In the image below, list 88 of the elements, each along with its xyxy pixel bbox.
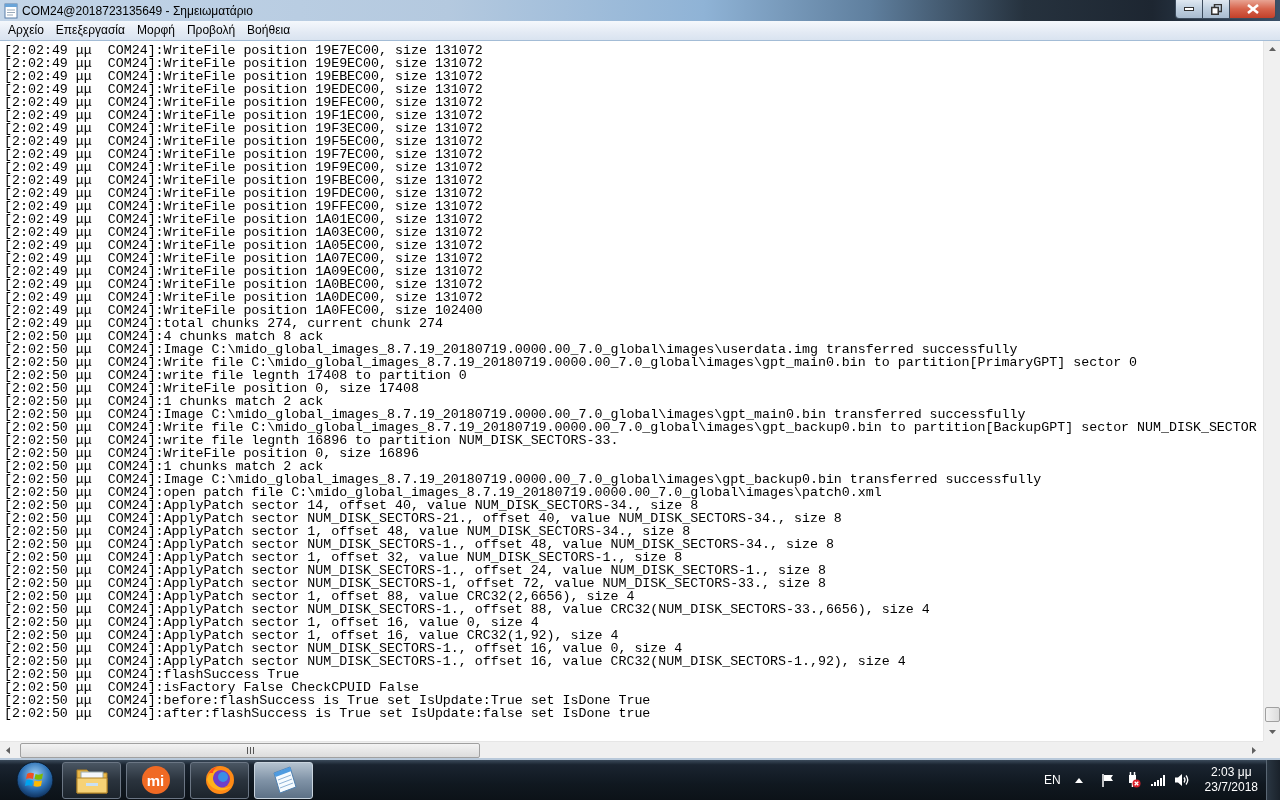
taskbar-button[interactable] xyxy=(62,761,121,799)
log-line: [2:02:50 μμ COM24]:Write file C:\mido_global_images_8.7.19_20180719.0000.00_7.0_global\images\gpt_main0.bin to partition[PrimaryGPT] sector 0 xyxy=(4,356,1138,369)
log-line: [2:02:49 μμ COM24]:WriteFile position 19F1EC00, size 131072 xyxy=(4,109,483,122)
taskbar-button[interactable] xyxy=(190,761,249,799)
log-line: [2:02:49 μμ COM24]:WriteFile position 1A05EC00, size 131072 xyxy=(4,239,483,252)
log-line: [2:02:49 μμ COM24]:WriteFile position 19EBEC00, size 131072 xyxy=(4,70,483,83)
caret-left-icon[interactable] xyxy=(4,745,13,755)
log-line: [2:02:49 μμ COM24]:WriteFile position 1A09EC00, size 131072 xyxy=(4,265,483,278)
restore-icon xyxy=(1210,3,1222,15)
log-line: [2:02:49 μμ COM24]:WriteFile position 1A01EC00, size 131072 xyxy=(4,213,483,226)
log-line: [2:02:50 μμ COM24]:open patch file C:\mido_global_images_8.7.19_20180719.0000.00_7.0_global\images\patch0.xml xyxy=(4,486,882,499)
log-line: [2:02:50 μμ COM24]:isFactory False CheckCPUID False xyxy=(4,681,419,694)
menu-item[interactable]: Επεξεργασία xyxy=(49,22,131,39)
minimize-button[interactable] xyxy=(1176,0,1203,18)
log-line: [2:02:50 μμ COM24]:ApplyPatch sector NUM_DISK_SECTORS-1., offset 24, value NUM_DISK_SECTORS-1., size 8 xyxy=(4,564,826,577)
log-line: [2:02:50 μμ COM24]:before:flashSuccess is True set IsUpdate:True set IsDone True xyxy=(4,694,651,707)
log-line: [2:02:50 μμ COM24]:WriteFile position 0, size 17408 xyxy=(4,382,419,395)
log-line: [2:02:49 μμ COM24]:WriteFile position 19E7EC00, size 131072 xyxy=(4,44,483,57)
clock-time[interactable]: 2:03 μμ xyxy=(1211,765,1252,780)
folder-icon xyxy=(75,766,108,794)
log-line: [2:02:50 μμ COM24]:Image C:\mido_global_images_8.7.19_20180719.0000.00_7.0_global\images\gpt_main0.bin transferred successfully xyxy=(4,408,1026,421)
close-icon xyxy=(1246,4,1259,14)
caret-up-icon[interactable] xyxy=(1074,777,1083,783)
log-line: [2:02:50 μμ COM24]:flashSuccess True xyxy=(4,668,300,681)
flag-orb-icon xyxy=(16,761,54,799)
horizontal-scrollbar[interactable] xyxy=(0,741,1263,758)
log-line: [2:02:50 μμ COM24]:ApplyPatch sector NUM_DISK_SECTORS-1, offset 72, value NUM_DISK_SECTORS-33., size 8 xyxy=(4,577,826,590)
close-button[interactable] xyxy=(1230,0,1275,18)
log-line: [2:02:49 μμ COM24]:WriteFile position 19F9EC00, size 131072 xyxy=(4,161,483,174)
log-line: [2:02:50 μμ COM24]:ApplyPatch sector NUM_DISK_SECTORS-21., offset 40, value NUM_DISK_SECTORS-34., size 8 xyxy=(4,512,842,525)
log-line: [2:02:50 μμ COM24]:1 chunks match 2 ack xyxy=(4,460,324,473)
signal-icon[interactable] xyxy=(1150,774,1165,786)
log-line: [2:02:50 μμ COM24]:ApplyPatch sector NUM_DISK_SECTORS-1., offset 88, value CRC32(NUM_DISK_SECTORS-33.,6656), size 4 xyxy=(4,603,930,616)
log-line: [2:02:49 μμ COM24]:WriteFile position 19FFEC00, size 131072 xyxy=(4,200,483,213)
speaker-icon[interactable] xyxy=(1174,773,1191,787)
minimize-icon xyxy=(1184,7,1194,11)
notepad-icon xyxy=(3,2,19,19)
caret-down-icon[interactable] xyxy=(1267,728,1277,737)
log-line: [2:02:50 μμ COM24]:4 chunks match 8 ack xyxy=(4,330,324,343)
log-line: [2:02:49 μμ COM24]:WriteFile position 19EDEC00, size 131072 xyxy=(4,83,483,96)
log-line: [2:02:50 μμ COM24]:ApplyPatch sector 1, offset 88, value CRC32(2,6656), size 4 xyxy=(4,590,635,603)
log-line: [2:02:50 μμ COM24]:write file legnth 17408 to partition 0 xyxy=(4,369,467,382)
start-button[interactable] xyxy=(14,761,56,799)
log-line: [2:02:50 μμ COM24]:ApplyPatch sector 14, offset 40, value NUM_DISK_SECTORS-34., size 8 xyxy=(4,499,699,512)
log-line: [2:02:49 μμ COM24]:WriteFile position 19F7EC00, size 131072 xyxy=(4,148,483,161)
log-line: [2:02:49 μμ COM24]:WriteFile position 1A03EC00, size 131072 xyxy=(4,226,483,239)
menu-item[interactable]: Αρχείο xyxy=(2,22,50,39)
log-line: [2:02:49 μμ COM24]:WriteFile position 1A0BEC00, size 131072 xyxy=(4,278,483,291)
log-line: [2:02:50 μμ COM24]:Write file C:\mido_global_images_8.7.19_20180719.0000.00_7.0_global\images\gpt_backup0.bin to partition[BackupGPT] sector NUM_DISK_SECTOR xyxy=(4,421,1257,434)
log-line: [2:02:50 μμ COM24]:Image C:\mido_global_images_8.7.19_20180719.0000.00_7.0_global\images\userdata.img transferred successfully xyxy=(4,343,1018,356)
log-line: [2:02:50 μμ COM24]:Image C:\mido_global_images_8.7.19_20180719.0000.00_7.0_global\images\gpt_backup0.bin transferred successfully xyxy=(4,473,1042,486)
log-line: [2:02:49 μμ COM24]:WriteFile position 19FBEC00, size 131072 xyxy=(4,174,483,187)
log-line: [2:02:49 μμ COM24]:WriteFile position 1A0FEC00, size 102400 xyxy=(4,304,483,317)
log-line: [2:02:49 μμ COM24]:total chunks 274, current chunk 274 xyxy=(4,317,443,330)
menu-item[interactable]: Μορφή xyxy=(130,22,181,39)
flag-icon[interactable] xyxy=(1100,773,1115,787)
menu-item[interactable]: Βοήθεια xyxy=(241,22,297,39)
fox-globe-icon xyxy=(204,765,235,795)
caret-right-icon[interactable] xyxy=(1250,745,1259,755)
log-line: [2:02:50 μμ COM24]:ApplyPatch sector NUM_DISK_SECTORS-1., offset 16, value CRC32(NUM_DISK_SECTORS-1.,92), size 4 xyxy=(4,655,906,668)
log-line: [2:02:50 μμ COM24]:after:flashSuccess is True set IsUpdate:false set IsDone true xyxy=(4,707,651,720)
log-line: [2:02:49 μμ COM24]:WriteFile position 1A0DEC00, size 131072 xyxy=(4,291,483,304)
vertical-scrollbar[interactable] xyxy=(1263,41,1280,741)
scrollbar-thumb[interactable] xyxy=(1264,707,1280,722)
log-line: [2:02:50 μμ COM24]:ApplyPatch sector 1, offset 48, value NUM_DISK_SECTORS-34., size 8 xyxy=(4,525,691,538)
log-line: [2:02:49 μμ COM24]:WriteFile position 19F3EC00, size 131072 xyxy=(4,122,483,135)
log-line: [2:02:50 μμ COM24]:WriteFile position 0, size 16896 xyxy=(4,447,419,460)
log-line: [2:02:49 μμ COM24]:WriteFile position 19FDEC00, size 131072 xyxy=(4,187,483,200)
scrollbar-thumb[interactable] xyxy=(20,742,480,758)
log-line: [2:02:50 μμ COM24]:1 chunks match 2 ack xyxy=(4,395,324,408)
app-logo: mi xyxy=(141,766,170,794)
log-line: [2:02:49 μμ COM24]:WriteFile position 19E9EC00, size 131072 xyxy=(4,57,483,70)
grip-icon xyxy=(246,746,254,754)
log-line: [2:02:50 μμ COM24]:ApplyPatch sector 1, offset 16, value CRC32(1,92), size 4 xyxy=(4,629,619,642)
clock-date[interactable]: 23/7/2018 xyxy=(1204,780,1258,795)
log-line: [2:02:50 μμ COM24]:write file legnth 16896 to partition NUM_DISK_SECTORS-33. xyxy=(4,434,619,447)
log-line: [2:02:49 μμ COM24]:WriteFile position 19F5EC00, size 131072 xyxy=(4,135,483,148)
log-line: [2:02:49 μμ COM24]:WriteFile position 1A07EC00, size 131072 xyxy=(4,252,483,265)
log-line: [2:02:50 μμ COM24]:ApplyPatch sector NUM_DISK_SECTORS-1., offset 48, value NUM_DISK_SECTORS-34., size 8 xyxy=(4,538,834,551)
window-title: COM24@2018723135649 - Σημειωματάριο xyxy=(22,4,253,17)
log-line: [2:02:50 μμ COM24]:ApplyPatch sector NUM_DISK_SECTORS-1., offset 16, value 0, size 4 xyxy=(4,642,683,655)
log-line: [2:02:50 μμ COM24]:ApplyPatch sector 1, offset 32, value NUM_DISK_SECTORS-1., size 8 xyxy=(4,551,683,564)
language-indicator[interactable]: EN xyxy=(1043,771,1061,789)
log-line: [2:02:49 μμ COM24]:WriteFile position 19EFEC00, size 131072 xyxy=(4,96,483,109)
menu-item[interactable]: Προβολή xyxy=(180,22,242,39)
restore-button[interactable] xyxy=(1203,0,1230,18)
log-line: [2:02:50 μμ COM24]:ApplyPatch sector 1, offset 16, value 0, size 4 xyxy=(4,616,539,629)
show-desktop-button[interactable] xyxy=(1266,760,1280,800)
